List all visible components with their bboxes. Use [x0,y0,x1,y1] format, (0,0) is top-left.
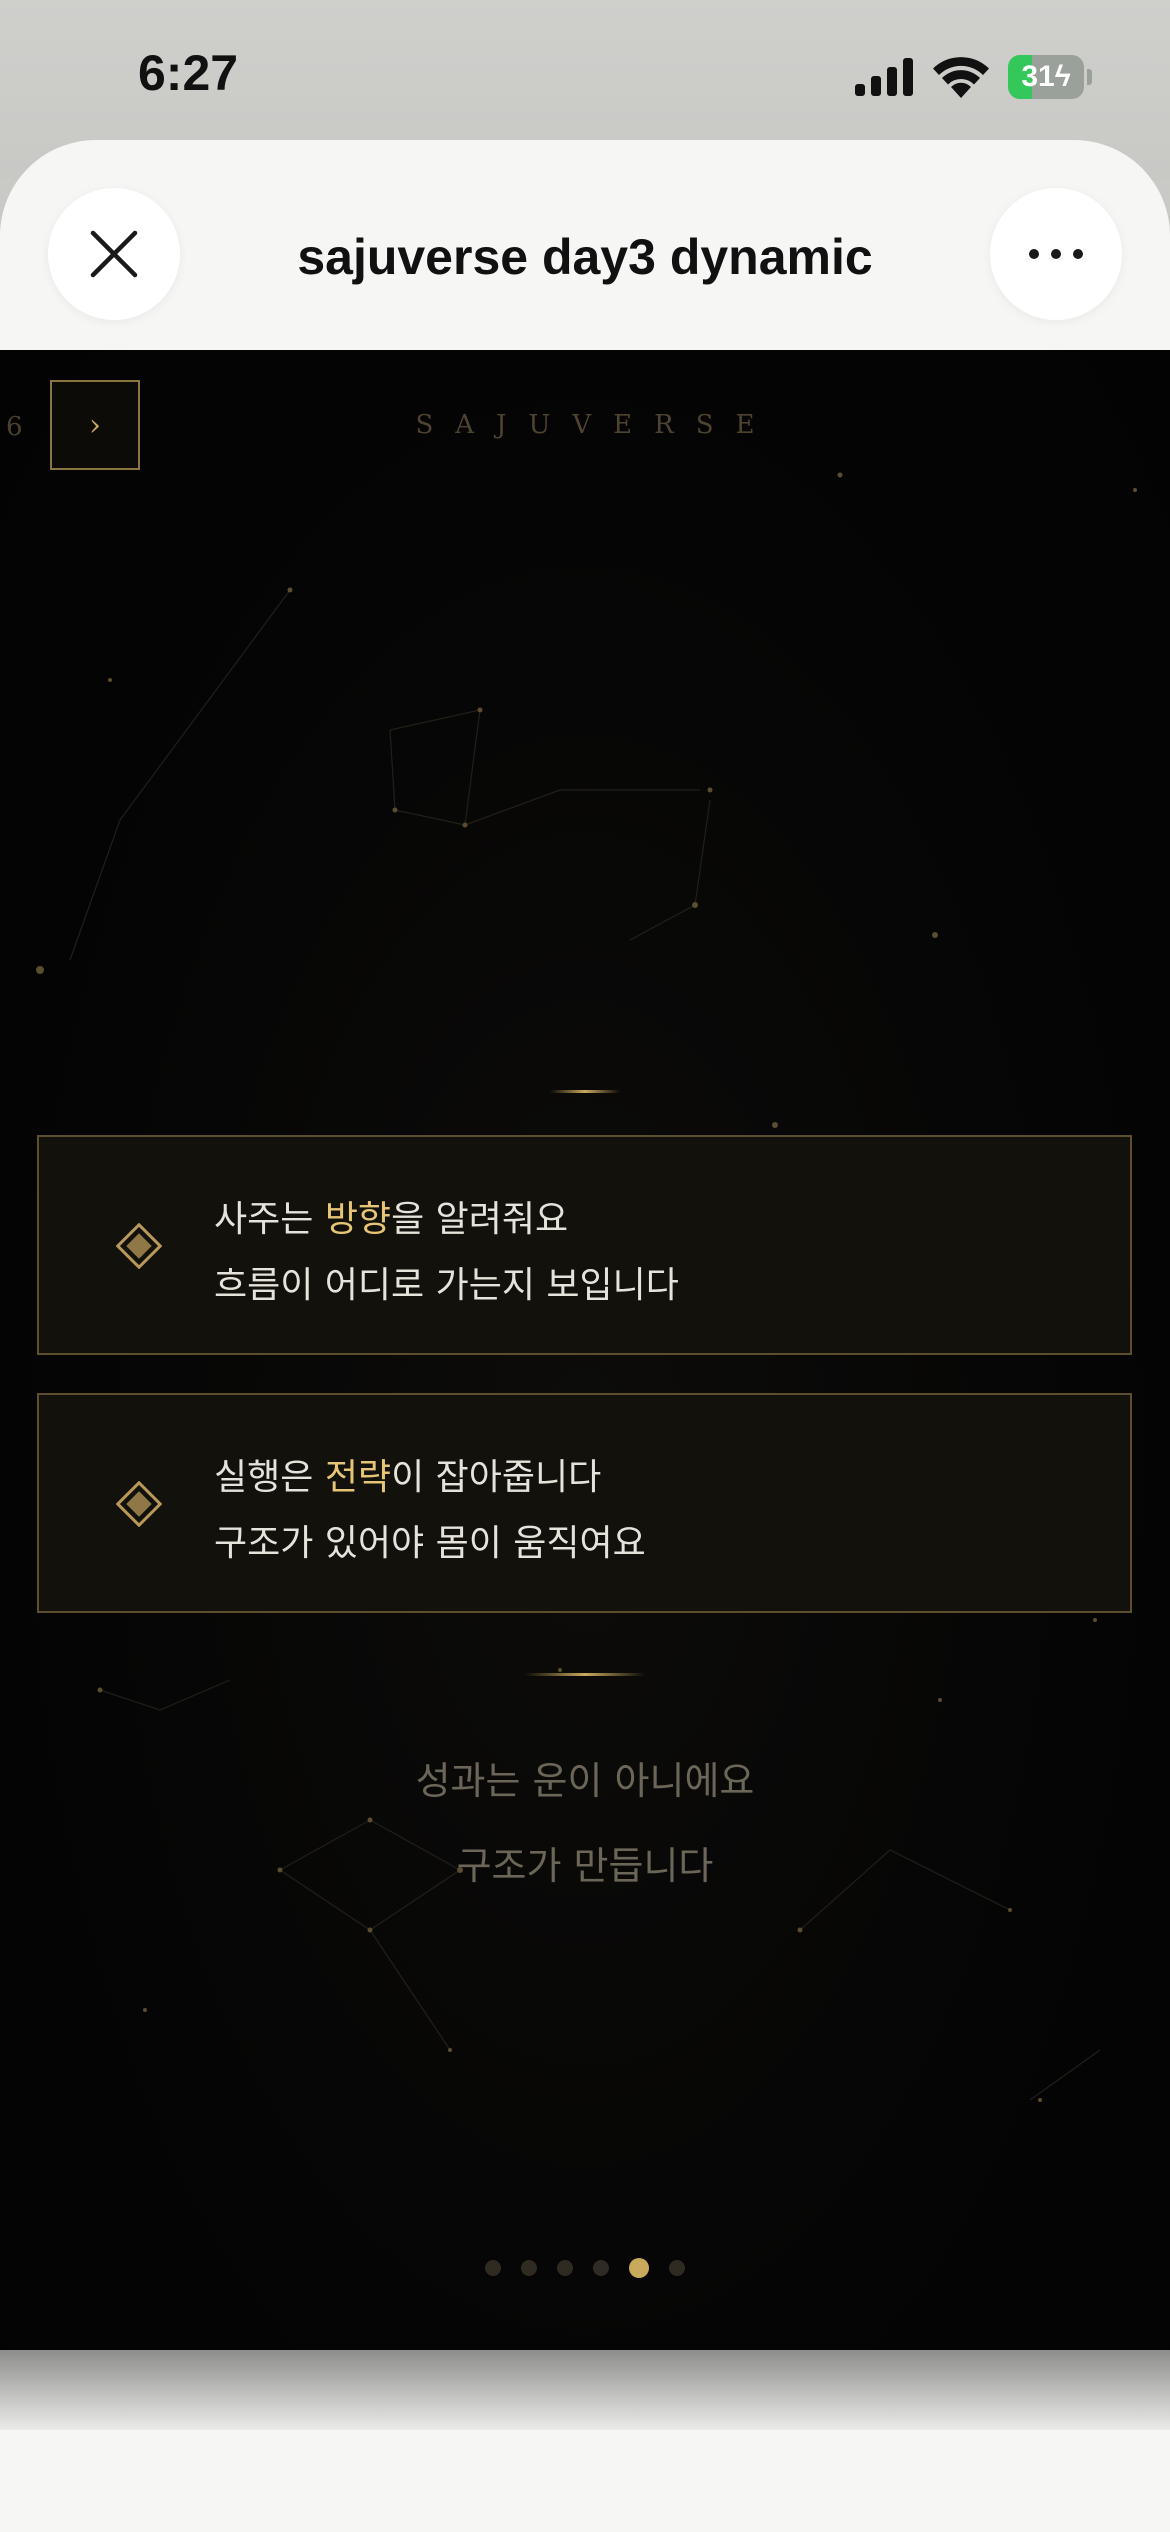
insight-card-direction: 사주는 방향을 알려줘요 흐름이 어디로 가는지 보입니다 [37,1135,1132,1355]
battery-body: 31ϟ [1008,55,1084,99]
more-horizontal-icon [1029,249,1083,259]
battery-charging-icon: 31ϟ [1008,55,1092,99]
card-line-1: 사주는 방향을 알려줘요 [214,1199,569,1240]
insight-card-strategy: 실행은 전략이 잡아줍니다 구조가 있어야 몸이 움직여요 [37,1393,1132,1613]
card-line-2: 구조가 있어야 몸이 움직여요 [214,1523,646,1564]
pagination-dot[interactable] [557,2260,573,2276]
pagination-dot-active[interactable] [629,2258,649,2278]
cellular-signal-icon [855,58,913,96]
pagination-dot[interactable] [485,2260,501,2276]
diamond-icon [116,1481,162,1527]
bottom-safe-area [0,2430,1170,2532]
card-line-1: 실행은 전략이 잡아줍니다 [214,1457,602,1498]
pagination-dot[interactable] [593,2260,609,2276]
webview-sheet: sajuverse day3 dynamic 6 › SAJUVERSE 사주는… [0,140,1170,2532]
wifi-icon [933,57,989,98]
quote-line-2: 구조가 만듭니다 [456,1844,714,1888]
diamond-icon [116,1223,162,1269]
card-text: 실행은 전략이 잡아줍니다 구조가 있어야 몸이 움직여요 [214,1445,646,1577]
card-line-2: 흐름이 어디로 가는지 보입니다 [214,1265,679,1306]
battery-label: 31ϟ [1021,60,1071,93]
quote-line-1: 성과는 운이 아니에요 [415,1759,755,1803]
battery-cap [1087,69,1092,85]
sajuverse-slide: 6 › SAJUVERSE 사주는 방향을 알려줘요 흐름이 어디로 가는지 보… [0,350,1170,2350]
brand-wordmark: SAJUVERSE [415,410,777,440]
pagination-dot[interactable] [521,2260,537,2276]
card-text: 사주는 방향을 알려줘요 흐름이 어디로 가는지 보입니다 [214,1187,679,1319]
status-time: 6:27 [138,45,239,101]
sheet-title: sajuverse day3 dynamic [297,229,873,285]
highlight-word: 전략 [324,1457,392,1498]
sheet-header: sajuverse day3 dynamic [0,140,1170,350]
more-button[interactable] [990,188,1122,320]
status-bar: 6:27 31ϟ [0,0,1170,140]
middle-divider [525,1673,645,1676]
close-icon [90,230,138,278]
bottom-fade [0,2350,1170,2440]
pagination-dots [0,2258,1170,2278]
highlight-word: 방향 [324,1199,392,1240]
pagination-dot[interactable] [669,2260,685,2276]
top-divider [550,1090,620,1093]
